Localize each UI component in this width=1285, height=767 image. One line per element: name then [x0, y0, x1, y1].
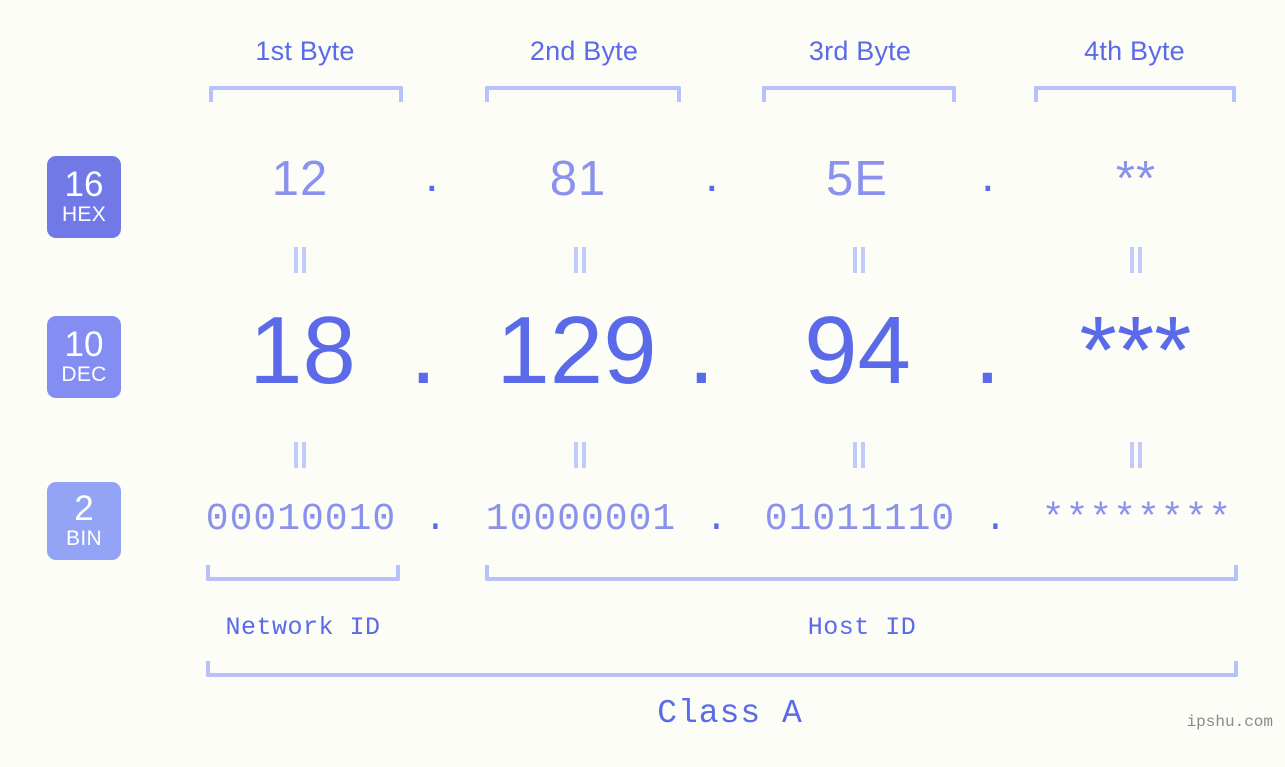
dec-byte-4: ***: [1079, 297, 1192, 404]
hex-byte-1: 12: [271, 152, 329, 206]
hex-separator-1: .: [425, 148, 439, 202]
equals-connector-dec-bin-4: [1128, 442, 1144, 468]
byte-header-2: 2nd Byte: [529, 36, 639, 66]
ip-address-breakdown-diagram: 1st Byte 2nd Byte 3rd Byte 4th Byte 16 H…: [0, 0, 1285, 767]
base-badge-dec-name: DEC: [61, 363, 107, 386]
equals-connector-hex-dec-2: [572, 247, 588, 273]
equals-connector-hex-dec-1: [292, 247, 308, 273]
base-badge-dec: 10 DEC: [47, 316, 121, 398]
byte-header-3: 3rd Byte: [808, 36, 912, 66]
dec-byte-3: 94: [804, 297, 911, 404]
dec-byte-2: 129: [496, 297, 657, 404]
equals-connector-hex-dec-4: [1128, 247, 1144, 273]
byte-header-4: 4th Byte: [1084, 36, 1185, 66]
bin-byte-2: 10000001: [485, 498, 677, 541]
class-label: Class A: [657, 695, 803, 732]
byte-bracket-4: [1034, 86, 1236, 102]
bin-separator-1: .: [424, 498, 447, 541]
hex-byte-4: **: [1115, 152, 1157, 206]
hex-separator-3: .: [981, 148, 995, 202]
base-badge-hex-name: HEX: [61, 203, 107, 226]
byte-bracket-3: [762, 86, 956, 102]
dec-separator-2: .: [688, 297, 715, 404]
equals-connector-dec-bin-3: [851, 442, 867, 468]
base-badge-bin-number: 2: [74, 489, 94, 528]
base-badge-dec-number: 10: [64, 325, 104, 364]
network-id-bracket: [206, 565, 400, 581]
dec-byte-1: 18: [249, 297, 356, 404]
host-id-bracket: [485, 565, 1238, 581]
bin-separator-3: .: [984, 498, 1007, 541]
host-id-label: Host ID: [807, 613, 917, 642]
base-badge-hex: 16 HEX: [47, 156, 121, 238]
byte-header-1: 1st Byte: [255, 36, 355, 66]
equals-connector-dec-bin-2: [572, 442, 588, 468]
network-id-label: Network ID: [225, 613, 381, 642]
site-watermark: ipshu.com: [1186, 713, 1273, 731]
byte-bracket-2: [485, 86, 681, 102]
bin-byte-3: 01011110: [764, 498, 956, 541]
class-bracket: [206, 661, 1238, 677]
hex-separator-2: .: [705, 148, 719, 202]
dec-separator-3: .: [974, 297, 1001, 404]
equals-connector-hex-dec-3: [851, 247, 867, 273]
base-badge-hex-number: 16: [64, 165, 104, 204]
bin-byte-4: ********: [1041, 498, 1233, 541]
dec-separator-1: .: [410, 297, 437, 404]
byte-bracket-1: [209, 86, 403, 102]
bin-byte-1: 00010010: [205, 498, 397, 541]
hex-byte-3: 5E: [826, 152, 888, 206]
bin-separator-2: .: [705, 498, 728, 541]
hex-byte-2: 81: [549, 152, 607, 206]
equals-connector-dec-bin-1: [292, 442, 308, 468]
base-badge-bin-name: BIN: [66, 527, 102, 550]
base-badge-bin: 2 BIN: [47, 482, 121, 560]
